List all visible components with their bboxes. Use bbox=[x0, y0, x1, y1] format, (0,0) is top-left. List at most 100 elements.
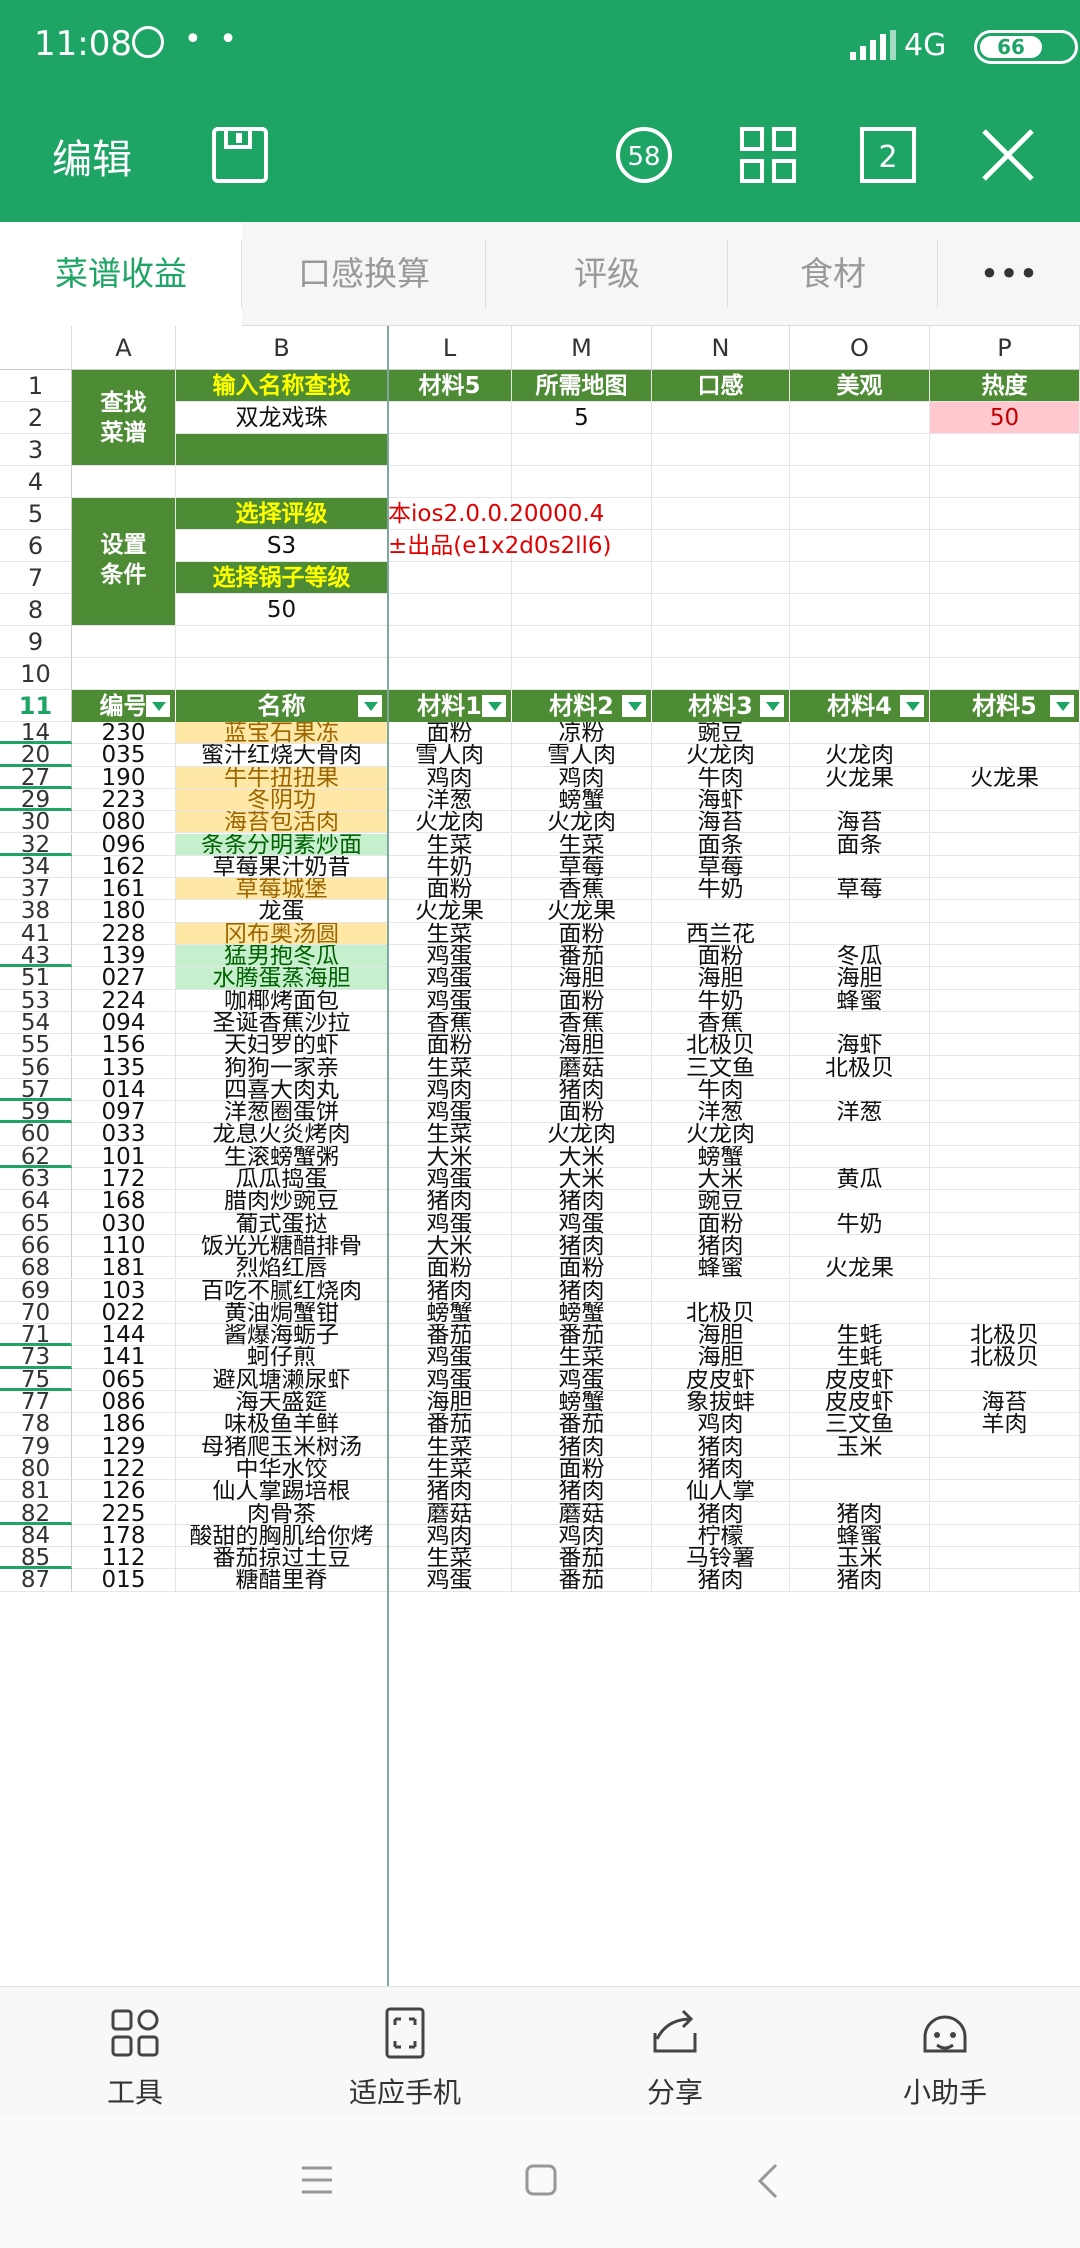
ingredient-cell[interactable] bbox=[930, 900, 1080, 923]
ingredient-cell[interactable]: 豌豆 bbox=[652, 722, 790, 745]
grid-cell[interactable] bbox=[176, 626, 388, 658]
tools-button[interactable]: 工具 bbox=[0, 1987, 270, 2118]
tab-recipe-income[interactable]: 菜谱收益 bbox=[0, 222, 242, 326]
ingredient-cell[interactable]: 大米 bbox=[652, 1168, 790, 1191]
row-header[interactable]: 60 bbox=[0, 1123, 72, 1146]
filter-dropdown-icon[interactable] bbox=[1049, 694, 1075, 718]
ingredient-cell[interactable] bbox=[930, 1011, 1080, 1035]
recipe-name[interactable]: 草莓果汁奶昔 bbox=[176, 855, 388, 879]
ingredient-cell[interactable] bbox=[790, 1457, 930, 1481]
ingredient-cell[interactable]: 三文鱼 bbox=[790, 1413, 930, 1436]
ingredient-cell[interactable]: 猪肉 bbox=[652, 1457, 790, 1481]
row-header[interactable]: 43 bbox=[0, 944, 72, 968]
ingredient-cell[interactable]: 面粉 bbox=[652, 1212, 790, 1235]
row-header[interactable]: 38 bbox=[0, 900, 72, 923]
recipe-name[interactable]: 肉骨茶 bbox=[176, 1502, 388, 1525]
ingredient-cell[interactable]: 面粉 bbox=[512, 1101, 652, 1124]
ingredient-cell[interactable]: 牛奶 bbox=[652, 989, 790, 1012]
ingredient-cell[interactable]: 香蕉 bbox=[512, 878, 652, 901]
ingredient-cell[interactable] bbox=[790, 1480, 930, 1503]
rating-select[interactable]: S3 bbox=[176, 530, 388, 562]
grid-cell[interactable] bbox=[652, 658, 790, 690]
ingredient-cell[interactable] bbox=[790, 1234, 930, 1258]
grid-cell[interactable] bbox=[790, 530, 930, 562]
ingredient-cell[interactable] bbox=[930, 811, 1080, 834]
ingredient-cell[interactable]: 香蕉 bbox=[512, 1011, 652, 1035]
recipe-name[interactable]: 母猪爬玉米树汤 bbox=[176, 1435, 388, 1458]
row-header[interactable]: 51 bbox=[0, 967, 72, 990]
recipe-id[interactable]: 144 bbox=[72, 1324, 176, 1347]
filter-dropdown-icon[interactable] bbox=[759, 694, 785, 718]
home-icon[interactable] bbox=[524, 2163, 558, 2197]
row-header[interactable]: 69 bbox=[0, 1279, 72, 1302]
ingredient-cell[interactable] bbox=[930, 1123, 1080, 1146]
ingredient-cell[interactable]: 螃蟹 bbox=[512, 1301, 652, 1325]
grid-cell[interactable] bbox=[930, 466, 1080, 498]
ingredient-cell[interactable]: 海苔 bbox=[790, 811, 930, 834]
ingredient-cell[interactable] bbox=[652, 1279, 790, 1302]
ingredient-cell[interactable]: 火龙肉 bbox=[512, 1123, 652, 1146]
grid-cell[interactable] bbox=[790, 626, 930, 658]
ingredient-cell[interactable]: 番茄 bbox=[512, 1547, 652, 1570]
ingredient-cell[interactable] bbox=[790, 1301, 930, 1325]
ingredient-cell[interactable]: 火龙肉 bbox=[512, 811, 652, 834]
ingredient-cell[interactable]: 鸡蛋 bbox=[388, 989, 512, 1012]
stat-value[interactable] bbox=[652, 402, 790, 434]
ingredient-cell[interactable] bbox=[790, 1123, 930, 1146]
ingredient-cell[interactable]: 生蚝 bbox=[790, 1346, 930, 1369]
ingredient-cell[interactable]: 北极贝 bbox=[930, 1346, 1080, 1369]
ingredient-cell[interactable]: 猪肉 bbox=[512, 1435, 652, 1458]
ingredient-cell[interactable] bbox=[790, 1011, 930, 1035]
ingredient-cell[interactable] bbox=[930, 1301, 1080, 1325]
ingredient-cell[interactable]: 马铃薯 bbox=[652, 1547, 790, 1570]
grid-cell[interactable] bbox=[512, 658, 652, 690]
ingredient-cell[interactable]: 海虾 bbox=[652, 788, 790, 812]
row-header[interactable]: 80 bbox=[0, 1457, 72, 1481]
ingredient-cell[interactable]: 蜂蜜 bbox=[790, 1524, 930, 1548]
ingredient-cell[interactable]: 皮皮虾 bbox=[652, 1368, 790, 1391]
column-header[interactable]: A bbox=[72, 326, 176, 370]
ingredient-cell[interactable]: 牛奶 bbox=[652, 878, 790, 901]
ingredient-cell[interactable]: 面粉 bbox=[388, 1257, 512, 1280]
ingredient-cell[interactable] bbox=[930, 1190, 1080, 1213]
ingredient-cell[interactable] bbox=[790, 922, 930, 945]
ingredient-cell[interactable] bbox=[930, 989, 1080, 1012]
recipe-name[interactable]: 糖醋里脊 bbox=[176, 1569, 388, 1592]
ingredient-cell[interactable]: 蜂蜜 bbox=[790, 989, 930, 1012]
grid-cell[interactable] bbox=[512, 626, 652, 658]
row-header[interactable]: 14 bbox=[0, 721, 72, 745]
ingredient-cell[interactable]: 海胆 bbox=[388, 1391, 512, 1414]
grid-cell[interactable] bbox=[652, 434, 790, 466]
recipe-id[interactable]: 033 bbox=[72, 1123, 176, 1146]
grid-cell[interactable] bbox=[790, 498, 930, 530]
tab-rating[interactable]: 评级 bbox=[486, 222, 728, 326]
ingredient-cell[interactable]: 火龙肉 bbox=[388, 811, 512, 834]
ingredient-cell[interactable]: 皮皮虾 bbox=[790, 1368, 930, 1391]
recipe-id[interactable]: 168 bbox=[72, 1190, 176, 1213]
ingredient-cell[interactable] bbox=[930, 1435, 1080, 1458]
ingredient-cell[interactable]: 面粉 bbox=[652, 945, 790, 968]
filter-header[interactable]: 材料2 bbox=[512, 690, 652, 722]
recipe-name[interactable]: 酸甜的胸肌给你烤 bbox=[176, 1524, 388, 1548]
recipe-id[interactable]: 030 bbox=[72, 1212, 176, 1235]
recipe-id[interactable]: 014 bbox=[72, 1078, 176, 1102]
ingredient-cell[interactable]: 大米 bbox=[388, 1145, 512, 1168]
tab-taste-convert[interactable]: 口感换算 bbox=[242, 222, 486, 326]
ingredient-cell[interactable] bbox=[930, 1145, 1080, 1168]
recipe-id[interactable]: 178 bbox=[72, 1524, 176, 1548]
ingredient-cell[interactable]: 鸡蛋 bbox=[388, 1101, 512, 1124]
ingredient-cell[interactable]: 猪肉 bbox=[512, 1078, 652, 1102]
ingredient-cell[interactable]: 鸡蛋 bbox=[388, 1168, 512, 1191]
recipe-id[interactable]: 112 bbox=[72, 1547, 176, 1570]
ingredient-cell[interactable] bbox=[790, 788, 930, 812]
stat-value[interactable]: 50 bbox=[930, 402, 1080, 434]
grid-cell[interactable] bbox=[512, 594, 652, 626]
grid-cell[interactable] bbox=[72, 466, 176, 498]
corner-cell[interactable] bbox=[0, 326, 72, 370]
row-header[interactable]: 2 bbox=[0, 402, 72, 434]
row-header[interactable]: 85 bbox=[0, 1546, 72, 1570]
ingredient-cell[interactable]: 螃蟹 bbox=[512, 1391, 652, 1414]
ingredient-cell[interactable] bbox=[790, 722, 930, 745]
ingredient-cell[interactable]: 牛奶 bbox=[388, 855, 512, 879]
grid-cell[interactable] bbox=[790, 562, 930, 594]
